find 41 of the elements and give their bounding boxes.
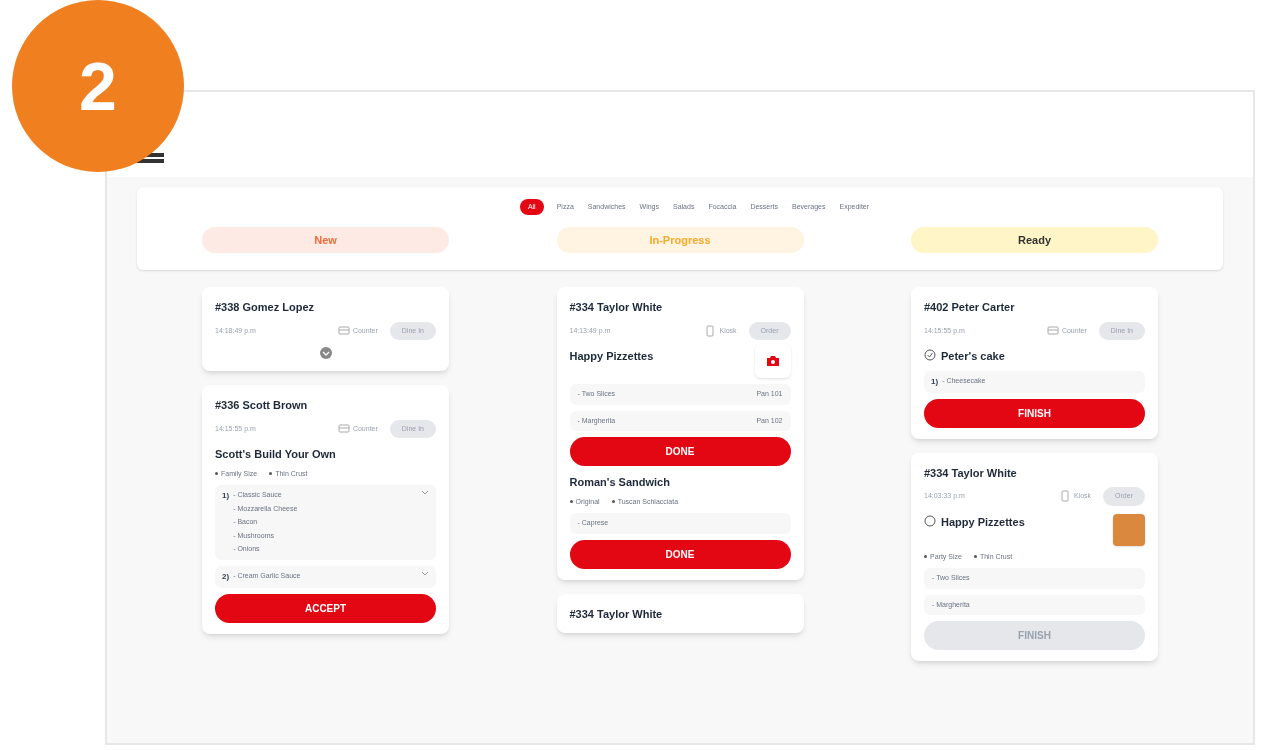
bullet-icon bbox=[973, 555, 977, 559]
column-header: New bbox=[202, 227, 449, 253]
item-name: Happy Pizzettes bbox=[569, 349, 655, 364]
column-header: Ready bbox=[911, 227, 1158, 253]
bullet-icon bbox=[569, 500, 573, 504]
bullet-icon bbox=[611, 500, 615, 504]
item-name: Happy Pizzettes bbox=[941, 514, 1026, 530]
order-title: #334 Taylor White bbox=[924, 465, 1018, 481]
action-button[interactable]: FINISH bbox=[924, 398, 1145, 428]
expand-icon[interactable] bbox=[318, 346, 333, 360]
group-number: 2) bbox=[222, 570, 230, 583]
tablet-icon bbox=[1058, 490, 1071, 503]
item-name: Roman's Sandwich bbox=[569, 475, 671, 490]
empty-circle-icon[interactable] bbox=[924, 514, 936, 527]
bullet-icon bbox=[924, 555, 927, 559]
group-number: 1) bbox=[931, 375, 939, 388]
camera-button[interactable] bbox=[754, 344, 791, 378]
group-number: 1) bbox=[222, 490, 230, 502]
order-title: #334 Taylor White bbox=[569, 300, 664, 315]
bullet-icon bbox=[269, 472, 273, 476]
register-icon bbox=[1046, 324, 1059, 337]
photo-placeholder bbox=[1113, 513, 1145, 546]
camera-icon bbox=[765, 355, 780, 367]
order-title: #336 Scott Brown bbox=[215, 398, 309, 413]
chevron-down-icon bbox=[421, 490, 429, 495]
order-title: #334 Taylor White bbox=[569, 606, 664, 622]
checked-circle-icon[interactable] bbox=[924, 349, 936, 361]
chevron-down-icon bbox=[421, 570, 429, 576]
action-button[interactable]: DONE bbox=[569, 437, 791, 466]
register-icon bbox=[337, 422, 350, 435]
action-button[interactable]: ACCEPT bbox=[215, 593, 436, 623]
order-title: #402 Peter Carter bbox=[924, 300, 1016, 315]
step-badge: 2 bbox=[12, 0, 184, 172]
item-name: Peter's cake bbox=[941, 349, 1006, 364]
item-name: Scott's Build Your Own bbox=[215, 447, 337, 462]
order-title: #338 Gomez Lopez bbox=[215, 300, 316, 315]
register-icon bbox=[337, 324, 350, 337]
bullet-icon bbox=[215, 472, 218, 476]
tablet-icon bbox=[704, 324, 717, 337]
action-button[interactable]: DONE bbox=[569, 539, 791, 569]
column-header: In-Progress bbox=[556, 227, 804, 253]
